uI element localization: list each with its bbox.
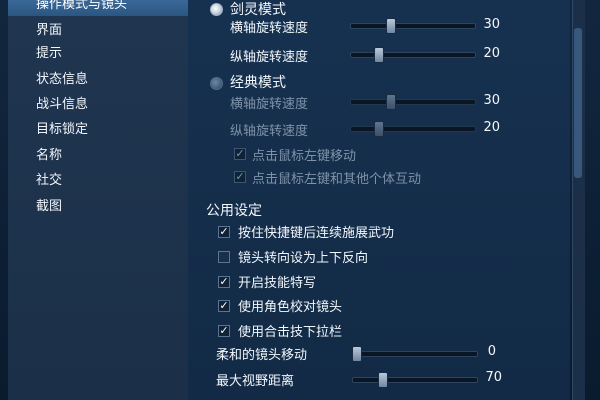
settings-sidebar: 操作模式与镜头 界面 提示 状态信息 战斗信息 目标锁定 名称 社交 截图 xyxy=(8,0,189,400)
max-view-distance-slider[interactable] xyxy=(352,377,478,383)
sword-horizontal-speed-label: 横轴旋转速度 xyxy=(230,21,309,36)
combo-skill-dropdown-checkbox[interactable]: ✓ xyxy=(218,325,230,337)
invert-camera-checkbox[interactable] xyxy=(218,251,230,263)
classic-horizontal-speed-value: 30 xyxy=(483,93,500,108)
sidebar-item-interface[interactable]: 界面 xyxy=(8,20,188,42)
sidebar-item-combat-info[interactable]: 战斗信息 xyxy=(8,94,188,116)
skill-closeup-checkbox[interactable]: ✓ xyxy=(218,276,230,288)
sword-horizontal-speed-slider[interactable] xyxy=(350,23,476,29)
sidebar-item-social[interactable]: 社交 xyxy=(8,170,188,192)
classic-mode-radio[interactable] xyxy=(210,77,223,90)
sword-horizontal-speed-value: 30 xyxy=(483,17,500,32)
combo-skill-dropdown-label: 使用合击技下拉栏 xyxy=(238,325,343,340)
classic-vertical-speed-label: 纵轴旋转速度 xyxy=(230,124,309,139)
sword-vertical-speed-label: 纵轴旋转速度 xyxy=(230,50,309,65)
max-view-distance-value: 70 xyxy=(485,370,502,385)
sidebar-item-tips[interactable]: 提示 xyxy=(8,43,188,65)
click-to-interact-checkbox[interactable]: ✓ xyxy=(234,171,246,183)
common-settings-title: 公用设定 xyxy=(206,203,262,219)
sidebar-item-controls-camera[interactable]: 操作模式与镜头 xyxy=(8,0,188,16)
sword-mode-radio[interactable] xyxy=(210,3,223,16)
classic-vertical-speed-handle[interactable] xyxy=(374,121,384,137)
click-to-interact-label: 点击鼠标左键和其他个体互动 xyxy=(252,172,422,187)
content-scrollbar-thumb[interactable] xyxy=(574,28,582,178)
sword-horizontal-speed-handle[interactable] xyxy=(386,18,396,34)
soft-camera-value: 0 xyxy=(487,344,496,359)
sword-vertical-speed-slider[interactable] xyxy=(350,52,476,58)
classic-horizontal-speed-handle[interactable] xyxy=(386,94,396,110)
soft-camera-handle[interactable] xyxy=(352,346,362,362)
max-view-distance-handle[interactable] xyxy=(378,372,388,388)
hold-hotkey-combo-label: 按住快捷键后连续施展武功 xyxy=(238,226,395,241)
sidebar-item-names[interactable]: 名称 xyxy=(8,145,188,167)
max-view-distance-label: 最大视野距离 xyxy=(216,374,295,389)
classic-vertical-speed-value: 20 xyxy=(483,120,500,135)
invert-camera-label: 镜头转向设为上下反向 xyxy=(238,251,369,266)
click-to-move-label: 点击鼠标左键移动 xyxy=(252,149,357,164)
soft-camera-slider[interactable] xyxy=(352,351,478,357)
sword-vertical-speed-value: 20 xyxy=(483,46,500,61)
character-camera-checkbox[interactable]: ✓ xyxy=(218,300,230,312)
sidebar-item-screenshot[interactable]: 截图 xyxy=(8,196,188,218)
classic-mode-label: 经典模式 xyxy=(230,75,286,91)
classic-vertical-speed-slider[interactable] xyxy=(350,126,476,132)
sidebar-item-target-lock[interactable]: 目标锁定 xyxy=(8,119,188,141)
classic-horizontal-speed-label: 横轴旋转速度 xyxy=(230,97,309,112)
sidebar-item-status-info[interactable]: 状态信息 xyxy=(8,69,188,91)
soft-camera-label: 柔和的镜头移动 xyxy=(216,348,308,363)
hold-hotkey-combo-checkbox[interactable]: ✓ xyxy=(218,226,230,238)
character-camera-label: 使用角色校对镜头 xyxy=(238,300,343,315)
click-to-move-checkbox[interactable]: ✓ xyxy=(234,148,246,160)
sword-vertical-speed-handle[interactable] xyxy=(374,47,384,63)
skill-closeup-label: 开启技能特写 xyxy=(238,276,317,291)
classic-horizontal-speed-slider[interactable] xyxy=(350,99,476,105)
